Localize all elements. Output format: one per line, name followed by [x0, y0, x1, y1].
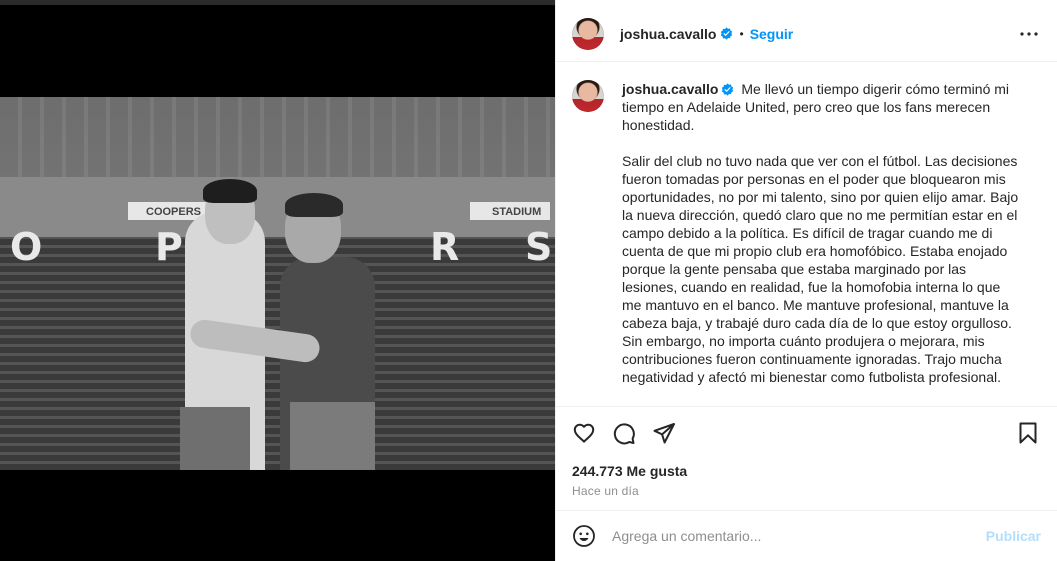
separator-dot: •: [739, 26, 744, 41]
post-photo[interactable]: COOPERS STADIUM O P R S: [0, 97, 555, 470]
likes-count[interactable]: 244.773 Me gusta: [572, 463, 687, 479]
caption-username[interactable]: joshua.cavallo: [622, 81, 718, 97]
caption: joshua.cavallo Me llevó un tiempo digeri…: [572, 80, 1041, 386]
bookmark-icon[interactable]: [1016, 421, 1040, 445]
caption-avatar[interactable]: [572, 80, 604, 112]
action-icons: [572, 421, 676, 445]
verified-badge-icon: [721, 27, 733, 40]
comment-input[interactable]: [612, 528, 978, 544]
follow-button[interactable]: Seguir: [750, 26, 794, 42]
post-side-panel: joshua.cavallo • Seguir joshua.cavallo M…: [555, 0, 1057, 561]
comment-bubble-icon[interactable]: [612, 421, 636, 445]
header-username[interactable]: joshua.cavallo: [620, 26, 716, 42]
avatar[interactable]: [572, 17, 604, 50]
person-right-hair: [285, 193, 343, 217]
person-left-hair: [203, 179, 257, 203]
seat-letter: S: [525, 225, 553, 269]
caption-area: joshua.cavallo Me llevó un tiempo digeri…: [556, 63, 1057, 405]
more-options-icon[interactable]: [1017, 22, 1041, 46]
caption-text: joshua.cavallo Me llevó un tiempo digeri…: [622, 80, 1022, 386]
seat-letter: R: [430, 225, 460, 269]
person-left-legs: [180, 407, 250, 470]
top-strip: [0, 0, 555, 5]
emoji-smiley-icon[interactable]: [572, 524, 596, 548]
paper-plane-icon[interactable]: [652, 421, 676, 445]
seat-letter: O: [10, 225, 43, 269]
person-right-legs: [290, 402, 375, 470]
stadium-banner-2: STADIUM: [470, 202, 550, 220]
banner-text: COOPERS: [146, 206, 202, 218]
post-actions: 244.773 Me gusta Hace un día: [556, 406, 1057, 509]
seat-letter: P: [155, 225, 183, 269]
post-header: joshua.cavallo • Seguir: [556, 6, 1057, 62]
post-timestamp[interactable]: Hace un día: [572, 484, 639, 498]
comment-box: Publicar: [556, 510, 1057, 561]
stadium-text: STADIUM: [492, 206, 542, 218]
publish-comment-button[interactable]: Publicar: [986, 528, 1041, 544]
caption-paragraph-2: Salir del club no tuvo nada que ver con …: [622, 153, 1023, 385]
post-media: COOPERS STADIUM O P R S: [0, 0, 555, 561]
heart-icon[interactable]: [572, 421, 596, 445]
verified-badge-icon: [722, 83, 734, 96]
stadium-roof: [0, 97, 555, 177]
